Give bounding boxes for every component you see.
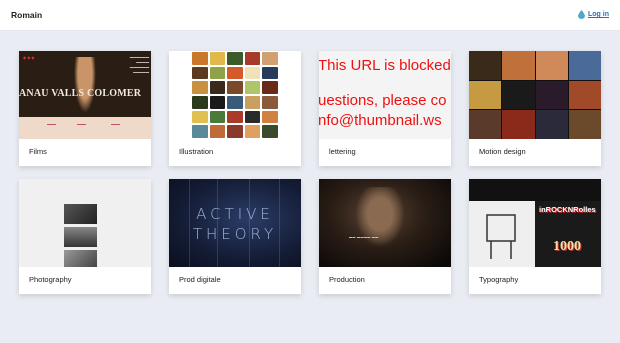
card-photography[interactable]: Photography bbox=[19, 179, 151, 294]
login-label: Log in bbox=[588, 11, 609, 18]
typography-thumbnail: inROCKNRolles 1000 bbox=[469, 179, 601, 267]
card-label: Films bbox=[29, 147, 47, 156]
card-motion-design[interactable]: Motion design bbox=[469, 51, 601, 166]
site-brand[interactable]: Romain bbox=[11, 10, 42, 20]
card-illustration[interactable]: Illustration bbox=[169, 51, 301, 166]
portfolio-grid: ◆ ◆ ◆ ▬▬▬▬▬▬ ▬▬▬▬ ▬▬▬▬▬▬ ▬▬▬▬▬ ANAU VALLS C… bbox=[19, 51, 601, 294]
droplet-icon bbox=[578, 10, 585, 19]
photography-thumbnail bbox=[19, 179, 151, 267]
card-typography[interactable]: inROCKNRolles 1000 Typography bbox=[469, 179, 601, 294]
card-label: Typography bbox=[479, 275, 519, 284]
card-label: Illustration bbox=[179, 147, 214, 156]
card-label: lettering bbox=[329, 147, 356, 156]
films-thumbnail: ◆ ◆ ◆ ▬▬▬▬▬▬ ▬▬▬▬ ▬▬▬▬▬▬ ▬▬▬▬▬ ANAU VALLS C… bbox=[19, 51, 151, 139]
films-thumb-title: ANAU VALLS COLOMER bbox=[19, 88, 142, 99]
blocked-line-3: nfo@thumbnail.ws bbox=[319, 112, 442, 129]
card-label: Motion design bbox=[479, 147, 526, 156]
typo-thumb-title: inROCKNRolles bbox=[539, 205, 596, 214]
card-production[interactable]: ▬▬ ▬▬▬▬ ▬▬ Production bbox=[319, 179, 451, 294]
login-link[interactable]: Log in bbox=[578, 10, 609, 19]
typo-thumb-number: 1000 bbox=[553, 239, 581, 254]
card-prod-digitale[interactable]: ACTIVE THEORY Prod digitale bbox=[169, 179, 301, 294]
blocked-line-1: This URL is blocked bbox=[319, 57, 451, 74]
prod-digitale-thumbnail: ACTIVE THEORY bbox=[169, 179, 301, 267]
prod-thumb-line-1: ACTIVE bbox=[196, 205, 274, 223]
top-bar: Romain Log in bbox=[0, 0, 620, 31]
lettering-thumbnail: This URL is blocked uestions, please co … bbox=[319, 51, 451, 139]
chair-illustration bbox=[486, 214, 516, 259]
card-label: Prod digitale bbox=[179, 275, 221, 284]
card-films[interactable]: ◆ ◆ ◆ ▬▬▬▬▬▬ ▬▬▬▬ ▬▬▬▬▬▬ ▬▬▬▬▬ ANAU VALLS C… bbox=[19, 51, 151, 166]
illustration-thumbnail bbox=[169, 51, 301, 139]
prod-thumb-line-2: THEORY bbox=[192, 225, 278, 243]
blocked-line-2: uestions, please co bbox=[319, 92, 447, 109]
card-label: Photography bbox=[29, 275, 72, 284]
card-label: Production bbox=[329, 275, 365, 284]
motion-design-thumbnail bbox=[469, 51, 601, 139]
production-thumbnail: ▬▬ ▬▬▬▬ ▬▬ bbox=[319, 179, 451, 267]
card-lettering[interactable]: This URL is blocked uestions, please co … bbox=[319, 51, 451, 166]
